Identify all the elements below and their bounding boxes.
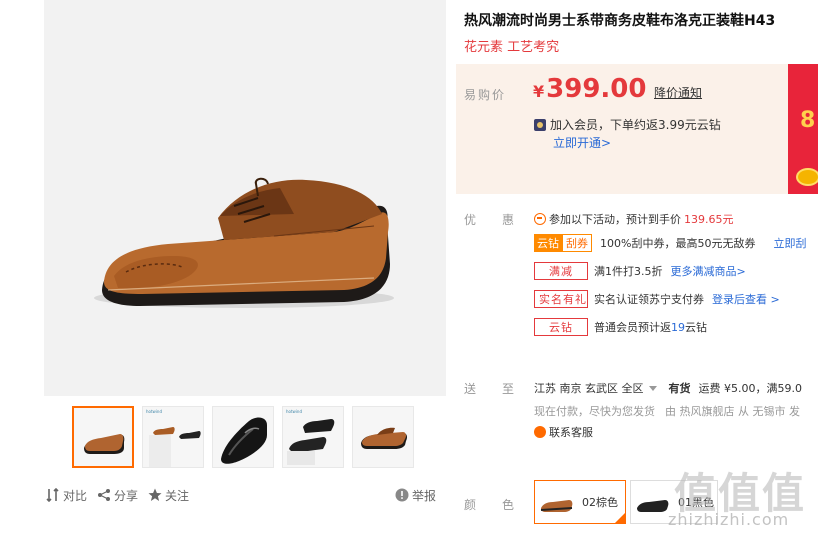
share-label: 分享 <box>114 488 139 503</box>
promo-banner[interactable]: 8 <box>788 64 818 194</box>
product-subtitle: 花元素 工艺考究 <box>464 40 560 55</box>
contact-label: 联系客服 <box>549 426 593 439</box>
price-currency: ¥ <box>533 82 545 101</box>
activity-line: 参加以下活动，预计到手价 139.65元 <box>534 211 734 227</box>
color-option-brown[interactable]: 02棕色 <box>534 480 626 524</box>
more-reduction-link[interactable]: 更多满减商品> <box>671 263 746 279</box>
member-badge-icon <box>534 118 546 131</box>
shipping-note: 现在付款，尽快为您发货由 热风旗舰店 从 无锡市 发 <box>534 403 800 419</box>
share-button[interactable]: 分享 <box>97 487 138 504</box>
scratch-now-link[interactable]: 立即刮 <box>773 235 806 251</box>
scratch-coupon-row: 云钻 刮券 100%刮中券，最高50元无敌券 立即刮 <box>534 234 806 252</box>
location-selector[interactable]: 江苏 南京 玄武区 全区 <box>534 380 657 396</box>
promotions-label: 优惠 <box>464 213 514 227</box>
diamond-tag: 云钻 <box>534 318 588 336</box>
diamond-text-prefix: 普通会员预计返 <box>594 321 671 334</box>
follow-label: 关注 <box>165 488 190 503</box>
scratch-coupon-text: 100%刮中券，最高50元无敌券 <box>600 237 756 250</box>
full-reduction-row: 满减 满1件打3.5折 更多满减商品> <box>534 262 746 280</box>
thumbnail-1[interactable] <box>72 406 134 468</box>
activity-text: 参加以下活动，预计到手价 <box>549 213 681 226</box>
color-option-black[interactable]: 01黑色 <box>630 480 718 524</box>
shipping-fee: 运费 ¥5.00，满59.0 <box>698 382 802 395</box>
compare-label: 对比 <box>63 488 88 503</box>
real-name-gift-tag: 实名有礼 <box>534 290 588 308</box>
star-icon <box>148 488 162 501</box>
color-option-label: 02棕色 <box>582 496 618 509</box>
activity-price: 139.65元 <box>684 213 734 226</box>
real-name-gift-row: 实名有礼 实名认证领苏宁支付券 登录后查看 > <box>534 290 780 308</box>
diamond-value: 19 <box>671 320 685 334</box>
report-label: 举报 <box>411 488 436 503</box>
shipping-line: 江苏 南京 玄武区 全区 有货 运费 ¥5.00，满59.0 <box>534 380 802 396</box>
price-amount: 399.00 <box>546 74 647 104</box>
price-label: 易购价 <box>464 88 507 102</box>
open-membership-link[interactable]: 立即开通> <box>553 134 611 151</box>
price-panel: 易购价 ¥399.00 降价通知 加入会员，下单约返3.99元云钻 立即开通> <box>456 64 818 194</box>
gold-coin-icon <box>796 168 818 186</box>
price-drop-notify-link[interactable]: 降价通知 <box>654 84 702 101</box>
selected-check-icon <box>614 512 626 524</box>
diamond-row: 云钻 普通会员预计返 19 云钻 <box>534 318 707 336</box>
product-title: 热风潮流时尚男士系带商务皮鞋布洛克正装鞋H43 <box>464 13 776 29</box>
member-promo-text: 加入会员，下单约返3.99元云钻 <box>550 118 721 132</box>
full-reduction-tag: 满减 <box>534 262 588 280</box>
compare-button[interactable]: 对比 <box>46 487 87 504</box>
chevron-down-icon <box>648 385 657 391</box>
dispatch-note: 现在付款，尽快为您发货 <box>534 405 655 418</box>
real-name-gift-text: 实名认证领苏宁支付券 <box>594 293 704 306</box>
price: ¥399.00 <box>533 74 646 104</box>
scratch-coupon-tag: 云钻 刮券 <box>534 234 592 252</box>
contact-service-link[interactable]: 联系客服 <box>534 424 593 440</box>
diamond-text-suffix: 云钻 <box>685 321 707 334</box>
gallery-actions: 对比 分享 关注 举报 <box>46 486 442 504</box>
thumbnail-2[interactable]: hotwind <box>142 406 204 468</box>
ship-to-label: 送至 <box>464 382 514 396</box>
thumbnail-strip: hotwind hotwind <box>72 406 414 468</box>
thumbnail-3[interactable] <box>212 406 274 468</box>
report-button[interactable]: 举报 <box>395 487 436 504</box>
thumbnail-5[interactable] <box>352 406 414 468</box>
activity-icon <box>534 213 546 225</box>
login-to-view-link[interactable]: 登录后查看 > <box>712 291 780 307</box>
black-shoe-swatch <box>633 482 673 522</box>
warning-icon <box>395 488 409 502</box>
brown-brogue-shoe-image <box>94 177 394 308</box>
color-option-label: 01黑色 <box>678 496 714 509</box>
main-product-image[interactable] <box>44 0 446 396</box>
full-reduction-text: 满1件打3.5折 <box>594 265 663 278</box>
share-icon <box>98 489 111 501</box>
member-promo: 加入会员，下单约返3.99元云钻 <box>534 116 721 133</box>
customer-service-icon <box>534 426 546 438</box>
promo-banner-text: 8 <box>800 108 816 133</box>
follow-button[interactable]: 关注 <box>148 487 189 504</box>
thumbnail-4[interactable]: hotwind <box>282 406 344 468</box>
compare-icon <box>46 488 59 502</box>
location-text: 江苏 南京 玄武区 全区 <box>534 382 644 395</box>
seller-info: 由 热风旗舰店 从 无锡市 发 <box>665 405 800 418</box>
brown-shoe-swatch <box>537 482 577 522</box>
stock-status: 有货 <box>668 382 691 395</box>
color-label: 颜色 <box>464 498 514 512</box>
